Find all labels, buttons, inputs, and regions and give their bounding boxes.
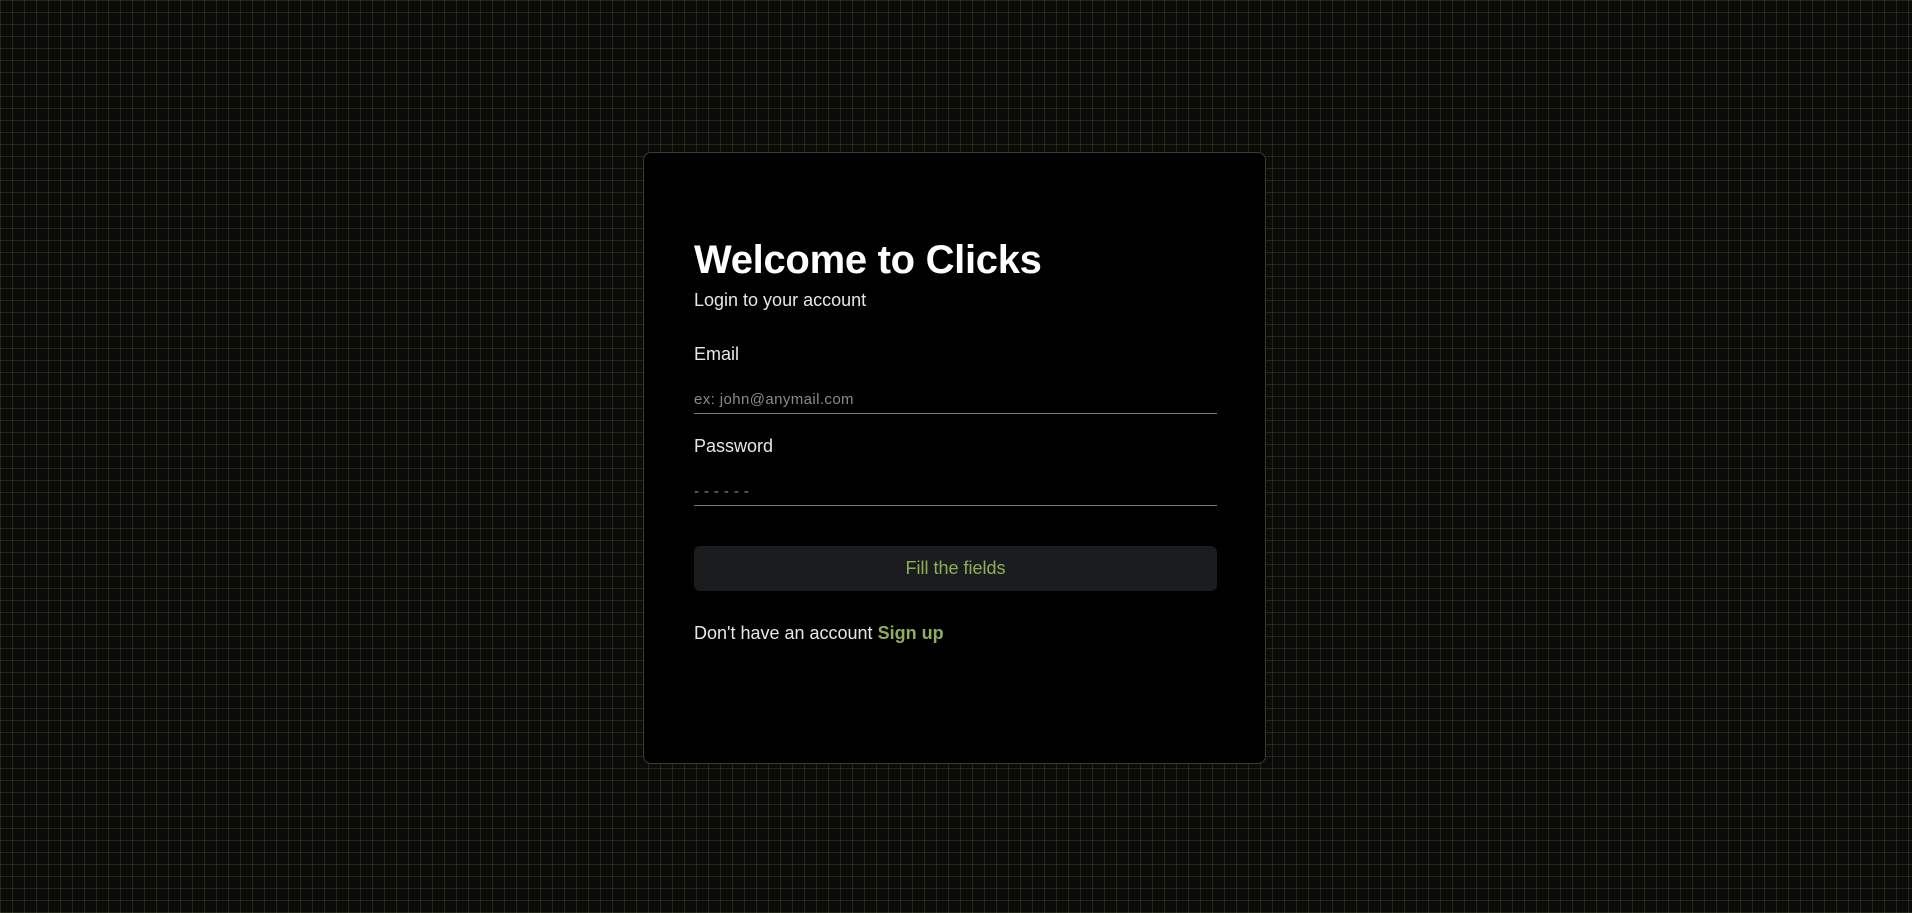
signup-link[interactable]: Sign up xyxy=(878,623,944,643)
password-label: Password xyxy=(694,436,774,456)
login-card: Welcome to Clicks Login to your account … xyxy=(643,152,1266,764)
email-label: Email xyxy=(694,344,740,364)
password-input[interactable] xyxy=(694,478,1217,506)
page-title: Welcome to Clicks xyxy=(694,238,1042,282)
signup-row: Don't have an account Sign up xyxy=(694,621,1215,645)
submit-button[interactable]: Fill the fields xyxy=(694,546,1217,591)
email-input[interactable] xyxy=(694,386,1217,414)
signup-prompt: Don't have an account xyxy=(694,623,873,643)
page-subtitle: Login to your account xyxy=(694,290,867,310)
